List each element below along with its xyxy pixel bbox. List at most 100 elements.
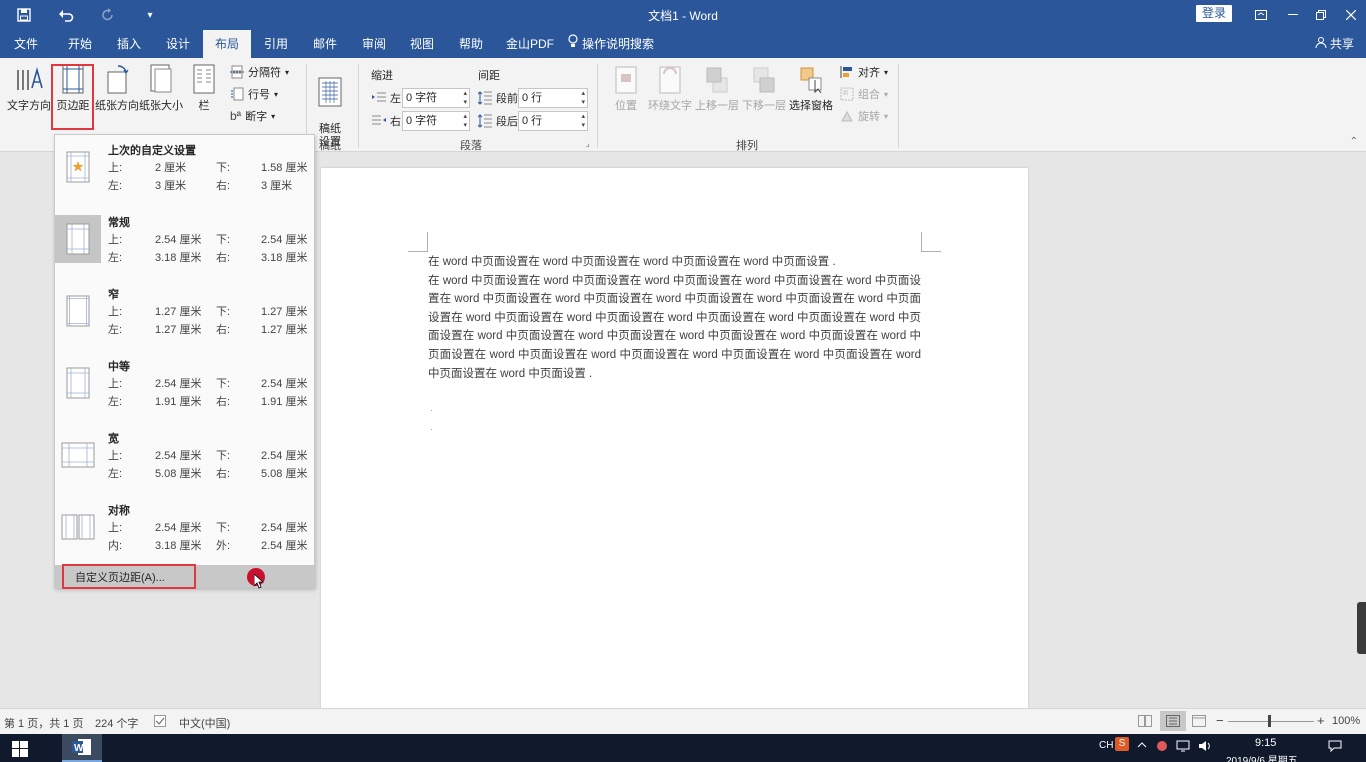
margin-label: 下: <box>216 162 231 174</box>
spinner-arrows-icon[interactable]: ▴ ▾ <box>463 89 467 107</box>
zoom-in-button[interactable]: + <box>1317 713 1325 728</box>
indent-right-input[interactable]: 0 字符 ▴ ▾ <box>402 111 470 131</box>
windows-start-icon[interactable] <box>12 741 28 760</box>
tab-kingsoft-pdf[interactable]: 金山PDF <box>502 30 558 58</box>
group-objects-button[interactable]: 组合 ▾ <box>840 84 888 104</box>
margin-label: 上: <box>108 450 123 462</box>
document-text[interactable]: 在 word 中页面设置在 word 中页面设置在 word 中页面设置在 wo… <box>428 253 921 383</box>
notification-icon[interactable] <box>1328 740 1342 755</box>
margin-option-mirrored[interactable]: 对称 上: 2.54 厘米 下: 2.54 厘米 内: 3.18 厘米 外: 2… <box>55 497 314 569</box>
word-count[interactable]: 224 个字 <box>95 715 138 731</box>
proofing-icon[interactable] <box>154 715 166 730</box>
collapse-ribbon-icon[interactable]: ⌃ <box>1350 136 1358 147</box>
group-icon <box>840 87 854 101</box>
margin-option-wide[interactable]: 宽 上: 2.54 厘米 下: 2.54 厘米 左: 5.08 厘米 右: 5.… <box>55 425 314 497</box>
orientation-button[interactable]: 纸张方向 <box>94 64 140 113</box>
margin-label: 右: <box>216 180 231 192</box>
margin-option-last-custom[interactable]: 上次的自定义设置 上: 2 厘米 下: 1.58 厘米 左: 3 厘米 右: 3… <box>55 137 314 209</box>
margin-value: 1.27 厘米 <box>261 324 308 336</box>
volume-icon[interactable] <box>1198 740 1212 755</box>
text-direction-icon <box>17 67 43 90</box>
space-before-icon <box>478 91 492 105</box>
space-before-input[interactable]: 0 行 ▴ ▾ <box>518 88 588 108</box>
breaks-button[interactable]: 分隔符 ▾ <box>230 62 289 82</box>
margin-option-name: 窄 <box>108 289 119 301</box>
margin-option-narrow[interactable]: 窄 上: 1.27 厘米 下: 1.27 厘米 左: 1.27 厘米 右: 1.… <box>55 281 314 353</box>
paper-size-button[interactable]: 纸张大小 <box>138 64 184 113</box>
space-after-input[interactable]: 0 行 ▴ ▾ <box>518 111 588 131</box>
zoom-slider-thumb[interactable] <box>1268 715 1271 727</box>
margin-value: 2 厘米 <box>155 162 187 174</box>
save-icon[interactable] <box>6 0 42 30</box>
dialog-launcher-icon[interactable]: ⌟ <box>586 139 590 148</box>
read-mode-icon[interactable] <box>1138 715 1152 730</box>
clock-date[interactable]: 2019/9/6 星期五 <box>1226 752 1298 762</box>
sogou-input-icon[interactable]: S <box>1115 737 1129 751</box>
selection-pane-button[interactable]: 选择窗格 <box>788 66 834 113</box>
spacing-header: 间距 <box>478 70 500 82</box>
margin-label: 下: <box>216 378 231 390</box>
redo-icon[interactable] <box>90 0 126 30</box>
margin-value: 2.54 厘米 <box>261 522 308 534</box>
language-indicator[interactable]: 中文(中国) <box>179 715 230 731</box>
margin-value: 2.54 厘米 <box>261 540 308 552</box>
columns-button[interactable]: 栏 <box>188 64 220 113</box>
web-layout-icon[interactable] <box>1192 715 1206 730</box>
zoom-level[interactable]: 100% <box>1332 715 1360 727</box>
hyphenation-icon: bª <box>230 109 242 123</box>
tab-file[interactable]: 文件 <box>4 30 48 58</box>
share-button[interactable]: 共享 <box>1315 30 1354 58</box>
tab-help[interactable]: 帮助 <box>449 30 493 58</box>
chevron-up-icon[interactable] <box>1137 740 1147 752</box>
indent-left-input[interactable]: 0 字符 ▴ ▾ <box>402 88 470 108</box>
margin-label: 左: <box>108 468 123 480</box>
close-icon[interactable] <box>1336 0 1366 30</box>
undo-icon[interactable] <box>48 0 84 30</box>
columns-icon <box>193 64 215 94</box>
tray-app-icon[interactable] <box>1156 740 1168 755</box>
tab-view[interactable]: 视图 <box>400 30 444 58</box>
page-count[interactable]: 第 1 页，共 1 页 <box>4 715 83 731</box>
zoom-slider-track[interactable] <box>1228 721 1314 722</box>
tab-mailings[interactable]: 邮件 <box>303 30 347 58</box>
word-taskbar-icon[interactable]: W <box>62 734 102 762</box>
restore-icon[interactable] <box>1306 0 1336 30</box>
indent-left-value: 0 字符 <box>406 92 438 104</box>
minimize-icon[interactable] <box>1278 0 1308 30</box>
zoom-out-button[interactable]: − <box>1216 713 1224 728</box>
tab-home[interactable]: 开始 <box>58 30 102 58</box>
tab-references[interactable]: 引用 <box>254 30 298 58</box>
print-layout-icon[interactable] <box>1160 711 1186 731</box>
rotate-button[interactable]: 旋转 ▾ <box>840 106 888 126</box>
ribbon-display-options-icon[interactable] <box>1246 0 1276 30</box>
send-backward-icon <box>753 67 775 93</box>
crop-mark <box>408 232 428 252</box>
text-direction-button[interactable]: 文字方向 <box>6 64 52 113</box>
margin-option-normal[interactable]: 常规 上: 2.54 厘米 下: 2.54 厘米 左: 3.18 厘米 右: 3… <box>55 209 314 281</box>
tab-insert[interactable]: 插入 <box>107 30 151 58</box>
login-button[interactable]: 登录 <box>1196 5 1232 22</box>
customize-quick-access-icon[interactable]: ▾ <box>132 0 168 30</box>
paper-size-icon <box>150 64 172 93</box>
spinner-arrows-icon[interactable]: ▴ ▾ <box>581 112 585 130</box>
bring-forward-button[interactable]: 上移一层 <box>694 66 740 113</box>
svg-text:W: W <box>74 743 84 754</box>
hyphenation-button[interactable]: bª 断字 ▾ <box>230 106 275 126</box>
clock-time[interactable]: 9:15 <box>1255 737 1276 749</box>
margin-option-moderate[interactable]: 中等 上: 2.54 厘米 下: 2.54 厘米 左: 1.91 厘米 右: 1… <box>55 353 314 425</box>
wrap-text-button[interactable]: 环绕文字 <box>646 66 694 113</box>
tell-me-search[interactable]: 操作说明搜索 <box>568 30 660 58</box>
scrollbar-handle[interactable] <box>1357 602 1366 654</box>
ime-indicator[interactable]: CH <box>1099 740 1113 751</box>
send-backward-button[interactable]: 下移一层 <box>741 66 787 113</box>
tab-review[interactable]: 审阅 <box>352 30 396 58</box>
line-numbers-button[interactable]: 行号 ▾ <box>230 84 278 104</box>
align-button[interactable]: 对齐 ▾ <box>840 62 888 82</box>
network-icon[interactable] <box>1176 740 1190 755</box>
tab-layout[interactable]: 布局 <box>203 30 251 58</box>
tab-design[interactable]: 设计 <box>156 30 200 58</box>
position-button[interactable]: 位置 <box>608 66 644 113</box>
margin-value: 2.54 厘米 <box>155 378 202 390</box>
spinner-arrows-icon[interactable]: ▴ ▾ <box>581 89 585 107</box>
spinner-arrows-icon[interactable]: ▴ ▾ <box>463 112 467 130</box>
